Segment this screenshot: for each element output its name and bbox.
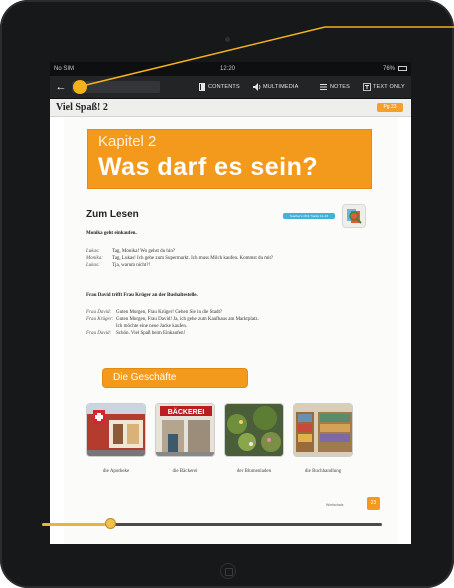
wortschatz-label: Wortschatz — [326, 503, 344, 507]
page-slider-thumb[interactable] — [104, 518, 116, 529]
dialog-line: Frau David: Guten Morgen, Frau Krüger! Ge… — [86, 310, 223, 315]
reader-toolbar: ← ⚲ CONTENTS MULTIMEDIA NOTES TEXT ONLY — [50, 76, 411, 99]
ipad-frame: No SIM 12:20 76% ← ⚲ CONTENTS MULTIMEDIA… — [0, 0, 454, 588]
contents-button[interactable]: CONTENTS — [198, 81, 240, 93]
home-button[interactable] — [220, 563, 236, 579]
status-bar: No SIM 12:20 76% — [50, 62, 411, 76]
search-field[interactable]: ⚲ — [72, 81, 160, 93]
reading-magnifier-icon[interactable] — [342, 204, 366, 228]
dialog-line: Lukas: Tja, warum nicht?! — [86, 263, 151, 268]
shop-caption: die Buchhandlung — [304, 469, 342, 474]
multimedia-label: MULTIMEDIA — [263, 84, 299, 90]
chapter-banner: Kapitel 2 Was darf es sein? — [87, 129, 372, 189]
search-icon: ⚲ — [76, 83, 82, 90]
shop-caption: die Bäckerei — [172, 469, 198, 474]
clock-text: 12:20 — [220, 66, 236, 72]
section-heading: Die Geschäfte — [102, 368, 248, 388]
book-icon — [198, 82, 206, 91]
page-slider-fill — [42, 523, 110, 526]
notes-button[interactable]: NOTES — [320, 81, 350, 93]
chapter-title: Was darf es sein? — [98, 153, 319, 181]
text-only-label: TEXT ONLY — [373, 84, 405, 90]
chapter-number: Kapitel 2 — [98, 133, 157, 150]
dialog-line: Frau Krüger: Guten Morgen, Frau David! Ja… — [86, 317, 259, 322]
audio-track-badge[interactable]: Teacher's CD1 Tracks 14–15 — [283, 213, 335, 219]
battery-icon — [398, 66, 407, 71]
battery-text: 76% — [382, 66, 395, 72]
contents-label: CONTENTS — [208, 84, 240, 90]
dialog-line: Ich möchte eine neue Jacke kaufen. — [116, 324, 188, 329]
flower-shop-photo[interactable] — [224, 403, 284, 457]
page-number: 23 — [367, 497, 380, 510]
dialog2-heading: Frau David trifft Frau Krüger an der Bus… — [86, 293, 198, 298]
front-camera — [225, 37, 230, 42]
back-arrow-icon[interactable]: ← — [54, 80, 68, 94]
bakery-sign: BÄCKEREI — [168, 408, 205, 416]
dialog1-heading: Monika geht einkaufen. — [86, 231, 137, 236]
page-badge[interactable]: Pg 23 — [377, 103, 403, 112]
dialog-line: Frau David: Schön. Viel Spaß beim Einkauf… — [86, 331, 186, 336]
bookshop-photo[interactable] — [293, 403, 353, 457]
book-title-bar: Viel Spaß! 2 Pg 23 — [50, 99, 411, 117]
text-only-button[interactable]: TEXT ONLY — [363, 81, 405, 93]
speaker-icon — [253, 82, 261, 91]
book-page: Kapitel 2 Was darf es sein? Zum Lesen Te… — [64, 117, 398, 544]
dialog-line: Lukas: Tag, Monika! Wo gehst du hin? — [86, 249, 176, 254]
carrier-text: No SIM — [54, 66, 75, 72]
shop-caption: die Apotheke — [102, 469, 130, 474]
multimedia-button[interactable]: MULTIMEDIA — [253, 81, 299, 93]
text-icon — [363, 82, 371, 91]
ebook-screen: No SIM 12:20 76% ← ⚲ CONTENTS MULTIMEDIA… — [50, 62, 411, 544]
bakery-photo[interactable]: BÄCKEREI — [155, 403, 215, 457]
book-title: Viel Spaß! 2 — [56, 102, 108, 113]
shop-caption: der Blumenladen — [236, 469, 272, 474]
dialog-line: Monika: Tag, Lukas! Ich gehe zum Supermar… — [86, 256, 274, 261]
notes-label: NOTES — [330, 84, 350, 90]
pharmacy-photo[interactable] — [86, 403, 146, 457]
zum-lesen-heading: Zum Lesen — [86, 209, 139, 220]
list-icon — [320, 83, 328, 91]
